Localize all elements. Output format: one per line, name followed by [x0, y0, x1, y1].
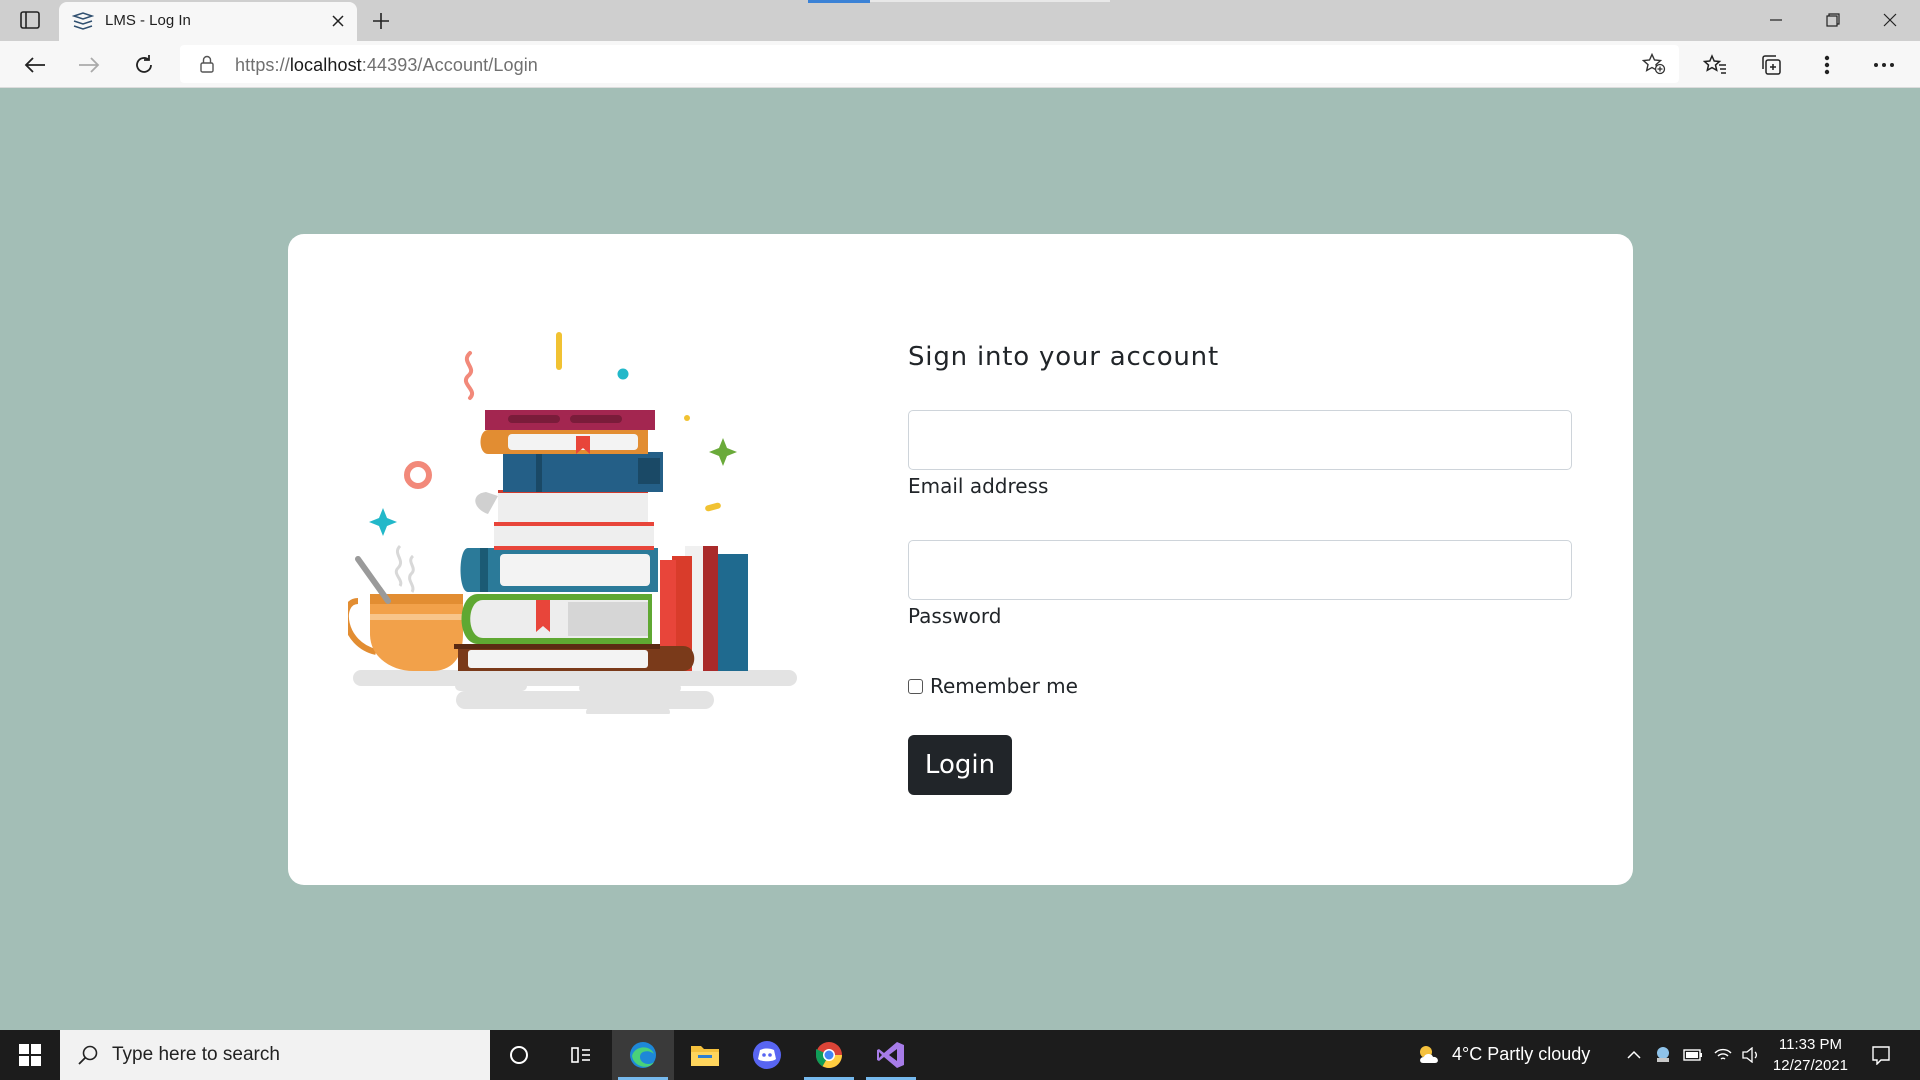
- visual-studio-icon[interactable]: [860, 1030, 922, 1080]
- chrome-icon[interactable]: [798, 1030, 860, 1080]
- back-arrow-icon[interactable]: [20, 50, 50, 80]
- url-host: localhost: [289, 55, 362, 75]
- collections-icon[interactable]: [1756, 50, 1786, 80]
- volume-icon[interactable]: [1738, 1030, 1764, 1080]
- weather-text[interactable]: 4°C Partly cloudy: [1452, 1044, 1590, 1065]
- email-input[interactable]: [908, 410, 1572, 470]
- taskbar-search-box[interactable]: Type here to search: [60, 1030, 490, 1080]
- extension-menu-icon[interactable]: [1812, 50, 1842, 80]
- remember-me-label: Remember me: [930, 674, 1078, 698]
- windows-start-icon[interactable]: [0, 1030, 60, 1080]
- url-text: https://localhost:44393/Account/Login: [235, 55, 538, 76]
- wifi-icon[interactable]: [1710, 1030, 1736, 1080]
- task-view-icon[interactable]: [550, 1030, 612, 1080]
- file-explorer-icon[interactable]: [674, 1030, 736, 1080]
- clock-time: 11:33 PM: [1778, 1036, 1842, 1053]
- tab-title: LMS - Log In: [105, 12, 191, 29]
- tab-actions-icon[interactable]: [16, 9, 44, 31]
- password-label: Password: [908, 604, 1002, 628]
- clock-date: 12/27/2021: [1772, 1057, 1848, 1074]
- notification-center-icon[interactable]: [1862, 1030, 1900, 1080]
- lock-icon[interactable]: [199, 55, 215, 73]
- edge-browser-icon[interactable]: [612, 1030, 674, 1080]
- battery-icon[interactable]: [1680, 1030, 1706, 1080]
- browser-tab-bar: LMS - Log In: [0, 0, 1920, 41]
- form-title: Sign into your account: [908, 342, 1219, 372]
- favorites-icon[interactable]: [1700, 50, 1730, 80]
- drag-region: [870, 0, 1110, 2]
- windows-taskbar: Type here to search 4°C Partly cloudy 11…: [0, 1030, 1920, 1080]
- partly-cloudy-weather-icon[interactable]: [1412, 1030, 1446, 1080]
- network-drive-icon[interactable]: [1650, 1030, 1676, 1080]
- books-illustration: [342, 324, 798, 716]
- system-clock[interactable]: 11:33 PM 12/27/2021: [1773, 1034, 1848, 1076]
- add-favorite-star-icon[interactable]: [1641, 53, 1667, 75]
- new-tab-plus-icon[interactable]: [368, 8, 394, 34]
- show-hidden-icons-chevron-up-icon[interactable]: [1622, 1030, 1646, 1080]
- more-options-icon[interactable]: [1869, 50, 1899, 80]
- minimize-icon[interactable]: [1760, 6, 1792, 34]
- loading-indicator: [808, 0, 870, 3]
- email-label: Email address: [908, 474, 1049, 498]
- remember-me-checkbox[interactable]: [908, 678, 923, 694]
- close-tab-icon[interactable]: [329, 12, 347, 30]
- books-favicon-icon: [71, 12, 95, 32]
- remember-me-row[interactable]: Remember me: [908, 674, 1078, 698]
- discord-icon[interactable]: [736, 1030, 798, 1080]
- browser-toolbar: https://localhost:44393/Account/Login: [0, 41, 1920, 88]
- refresh-icon[interactable]: [129, 50, 159, 80]
- address-bar[interactable]: https://localhost:44393/Account/Login: [180, 45, 1679, 83]
- cortana-icon[interactable]: [488, 1030, 550, 1080]
- search-icon: [76, 1043, 100, 1067]
- login-button[interactable]: Login: [908, 735, 1012, 795]
- url-path: :44393/Account/Login: [361, 55, 538, 75]
- restore-icon[interactable]: [1817, 6, 1849, 34]
- browser-tab[interactable]: LMS - Log In: [59, 2, 357, 41]
- forward-arrow-icon[interactable]: [74, 50, 104, 80]
- login-card: Sign into your account Email address Pas…: [288, 234, 1633, 885]
- search-placeholder: Type here to search: [112, 1044, 280, 1065]
- url-protocol: https://: [235, 55, 290, 75]
- close-window-icon[interactable]: [1874, 6, 1906, 34]
- password-input[interactable]: [908, 540, 1572, 600]
